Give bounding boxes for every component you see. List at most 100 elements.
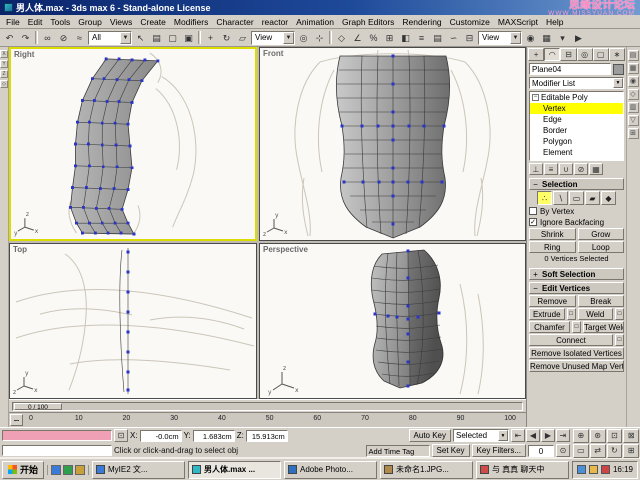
- lock-selection-toggle[interactable]: ⊡: [114, 429, 128, 442]
- clock[interactable]: 16:19: [613, 465, 633, 474]
- modifier-list-dropdown[interactable]: Modifier List ▼: [529, 77, 624, 89]
- play-icon[interactable]: ▶: [541, 429, 555, 442]
- restrict-z-icon[interactable]: Z: [0, 70, 8, 78]
- select-and-manipulate-icon[interactable]: ⊹: [312, 30, 327, 45]
- chamfer-button[interactable]: Chamfer: [529, 321, 570, 333]
- key-mode-toggle[interactable]: ⊙: [556, 444, 570, 457]
- title-bar[interactable]: 男人体.max - 3ds max 6 - Stand-alone Licens…: [0, 0, 640, 15]
- zoom-extents-icon[interactable]: ⊡: [606, 429, 623, 443]
- named-sets-icon[interactable]: ▥: [627, 102, 639, 113]
- spinner-snap-icon[interactable]: ⊞: [382, 30, 397, 45]
- axis-constraint-icon[interactable]: ▽: [627, 115, 639, 126]
- stack-row-edge[interactable]: Edge: [530, 114, 623, 125]
- menu-item[interactable]: Customize: [446, 17, 494, 27]
- snap-toggle-icon[interactable]: ◇: [334, 30, 349, 45]
- region-zoom-icon[interactable]: ▭: [573, 444, 589, 458]
- zoom-extents-all-icon[interactable]: ⊠: [623, 429, 639, 443]
- menu-item[interactable]: Group: [74, 17, 106, 27]
- chamfer-settings-button[interactable]: □: [572, 321, 581, 333]
- select-by-name-icon[interactable]: ▤: [149, 30, 164, 45]
- show-end-result-icon[interactable]: ≡: [544, 163, 558, 175]
- remove-modifier-icon[interactable]: ⊘: [574, 163, 588, 175]
- viewport-label-top[interactable]: Top: [13, 245, 27, 254]
- extras-icon[interactable]: ⊞: [627, 128, 639, 139]
- tab-motion-icon[interactable]: ◎: [576, 48, 593, 61]
- rect-selection-region-icon[interactable]: ▢: [165, 30, 180, 45]
- tray-icon[interactable]: [600, 465, 610, 474]
- make-unique-icon[interactable]: ∪: [559, 163, 573, 175]
- configure-modifier-sets-icon[interactable]: ▦: [589, 163, 603, 175]
- mirror-icon[interactable]: ◧: [398, 30, 413, 45]
- tray-icon[interactable]: [588, 465, 598, 474]
- mini-curve-editor-button[interactable]: ∽: [10, 414, 23, 426]
- time-slider-track[interactable]: 0 / 100: [12, 401, 523, 411]
- tab-display-icon[interactable]: ▢: [592, 48, 609, 61]
- rollout-selection-header[interactable]: − Selection: [529, 178, 624, 190]
- front-viewport-canvas[interactable]: y x z: [260, 48, 525, 240]
- remove-button[interactable]: Remove: [529, 295, 576, 307]
- selection-filter-dropdown[interactable]: All ▼: [88, 30, 132, 45]
- remove-isolated-vertices-button[interactable]: Remove Isolated Vertices: [529, 347, 624, 359]
- schematic-view-icon[interactable]: ⊟: [462, 30, 477, 45]
- menu-item[interactable]: reactor: [258, 17, 292, 27]
- snaps-shortcut-icon[interactable]: ◇: [627, 89, 639, 100]
- reference-coordinate-dropdown[interactable]: View ▼: [251, 30, 295, 45]
- tab-hierarchy-icon[interactable]: ⊟: [560, 48, 577, 61]
- taskbar-task-3dsmax[interactable]: 男人体.max ...: [188, 460, 281, 479]
- extrude-button[interactable]: Extrude: [529, 308, 565, 320]
- menu-item[interactable]: Animation: [292, 17, 338, 27]
- stack-row-polygon[interactable]: Polygon: [530, 136, 623, 147]
- select-object-icon[interactable]: ↖: [133, 30, 148, 45]
- z-coordinate-field[interactable]: 15.913cm: [245, 429, 288, 442]
- taskbar-task-myie2[interactable]: MyIE2 文...: [92, 460, 185, 479]
- percent-snap-icon[interactable]: %: [366, 30, 381, 45]
- align-icon[interactable]: ≡: [414, 30, 429, 45]
- set-key-button[interactable]: Set Key: [431, 444, 470, 457]
- viewport-perspective[interactable]: Perspective z x y: [259, 243, 526, 399]
- restrict-x-icon[interactable]: X: [0, 50, 8, 58]
- redo-icon[interactable]: ↷: [18, 30, 33, 45]
- select-and-scale-icon[interactable]: ▱: [235, 30, 250, 45]
- tab-modify-icon[interactable]: ◠: [544, 48, 561, 61]
- object-name-field[interactable]: Plane04: [529, 63, 611, 75]
- stack-row-element[interactable]: Element: [530, 147, 623, 158]
- previous-frame-icon[interactable]: ◀: [526, 429, 540, 442]
- weld-button[interactable]: Weld: [577, 308, 613, 320]
- menu-item[interactable]: Help: [542, 17, 567, 27]
- y-coordinate-field[interactable]: 1.683cm: [192, 429, 235, 442]
- bind-to-spacewarp-icon[interactable]: ≈: [72, 30, 87, 45]
- menu-item[interactable]: MAXScript: [494, 17, 542, 27]
- render-scene-icon[interactable]: ▦: [539, 30, 554, 45]
- go-to-end-icon[interactable]: ⇥: [556, 429, 570, 442]
- material-shortcut-icon[interactable]: ◉: [627, 76, 639, 87]
- remove-unused-map-verts-button[interactable]: Remove Unused Map Verts: [529, 360, 624, 372]
- stack-row-vertex[interactable]: Vertex: [530, 103, 623, 114]
- quick-launch-icon[interactable]: [63, 464, 74, 475]
- key-mode-dropdown[interactable]: Selected ▼: [453, 429, 509, 442]
- window-crossing-icon[interactable]: ▣: [181, 30, 196, 45]
- weld-settings-button[interactable]: □: [615, 308, 624, 320]
- tray-icon[interactable]: [576, 465, 586, 474]
- tab-utilities-icon[interactable]: ∗: [608, 48, 626, 61]
- edge-subobject-icon[interactable]: ∖: [553, 191, 568, 205]
- target-weld-button[interactable]: Target Weld: [583, 321, 624, 333]
- quick-render-icon[interactable]: ▶: [571, 30, 586, 45]
- layers-icon[interactable]: ▤: [627, 50, 639, 61]
- menu-item[interactable]: Views: [106, 17, 137, 27]
- key-filters-button[interactable]: Key Filters...: [471, 444, 526, 457]
- undo-icon[interactable]: ↶: [2, 30, 17, 45]
- element-subobject-icon[interactable]: ◆: [601, 191, 616, 205]
- restrict-y-icon[interactable]: Y: [0, 60, 8, 68]
- menu-item[interactable]: File: [2, 17, 24, 27]
- quick-launch-icon[interactable]: [51, 464, 62, 475]
- vertex-subobject-icon[interactable]: ∴: [537, 191, 552, 205]
- unlink-icon[interactable]: ⊘: [56, 30, 71, 45]
- use-pivot-center-icon[interactable]: ◎: [296, 30, 311, 45]
- named-selection-dropdown[interactable]: View ▼: [478, 30, 522, 45]
- pan-icon[interactable]: ⇄: [589, 444, 606, 458]
- taskbar-task-image[interactable]: 未命名1.JPG...: [379, 460, 473, 479]
- stack-row-root[interactable]: − Editable Poly: [530, 92, 623, 103]
- time-slider-handle[interactable]: 0 / 100: [14, 402, 62, 411]
- extrude-settings-button[interactable]: □: [566, 308, 576, 320]
- select-and-link-icon[interactable]: ∞: [40, 30, 55, 45]
